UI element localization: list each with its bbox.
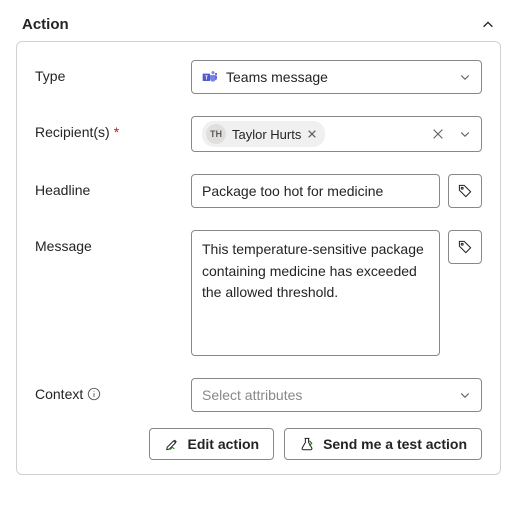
- chevron-down-icon: [459, 71, 471, 83]
- close-icon[interactable]: [307, 129, 317, 139]
- footer-actions: Edit action Send me a test action: [35, 428, 482, 460]
- chevron-up-icon[interactable]: [481, 18, 495, 32]
- recipient-chip: TH Taylor Hurts: [202, 121, 325, 147]
- label-message: Message: [35, 230, 191, 254]
- send-test-action-button[interactable]: Send me a test action: [284, 428, 482, 460]
- chevron-down-icon: [459, 128, 471, 140]
- section-title: Action: [22, 16, 69, 33]
- headline-tag-button[interactable]: [448, 174, 482, 208]
- headline-input[interactable]: [191, 174, 440, 208]
- context-placeholder: Select attributes: [202, 387, 302, 403]
- row-message: Message This temperature-sensitive packa…: [35, 230, 482, 356]
- label-type: Type: [35, 60, 191, 84]
- row-headline: Headline: [35, 174, 482, 208]
- label-headline: Headline: [35, 174, 191, 198]
- label-recipients: Recipient(s) *: [35, 116, 191, 140]
- edit-icon: [164, 436, 180, 452]
- message-textarea[interactable]: This temperature-sensitive package conta…: [191, 230, 440, 356]
- context-dropdown[interactable]: Select attributes: [191, 378, 482, 412]
- section-header: Action: [16, 16, 501, 41]
- edit-action-button[interactable]: Edit action: [149, 428, 275, 460]
- recipient-name: Taylor Hurts: [232, 127, 301, 142]
- row-context: Context Select attributes: [35, 378, 482, 412]
- row-type: Type T Teams message: [35, 60, 482, 94]
- message-tag-button[interactable]: [448, 230, 482, 264]
- avatar: TH: [206, 124, 226, 144]
- flask-icon: [299, 436, 315, 452]
- info-icon[interactable]: [87, 387, 101, 401]
- type-value: Teams message: [226, 69, 328, 85]
- tag-icon: [457, 239, 473, 255]
- teams-icon: T: [202, 69, 218, 85]
- tag-icon: [457, 183, 473, 199]
- chevron-down-icon: [459, 389, 471, 401]
- clear-all-icon[interactable]: [431, 127, 445, 141]
- label-context: Context: [35, 378, 191, 402]
- row-recipients: Recipient(s) * TH Taylor Hurts: [35, 116, 482, 152]
- recipients-picker[interactable]: TH Taylor Hurts: [191, 116, 482, 152]
- type-dropdown[interactable]: T Teams message: [191, 60, 482, 94]
- action-panel: Type T Teams message Recipient(s): [16, 41, 501, 475]
- required-mark: *: [114, 124, 119, 140]
